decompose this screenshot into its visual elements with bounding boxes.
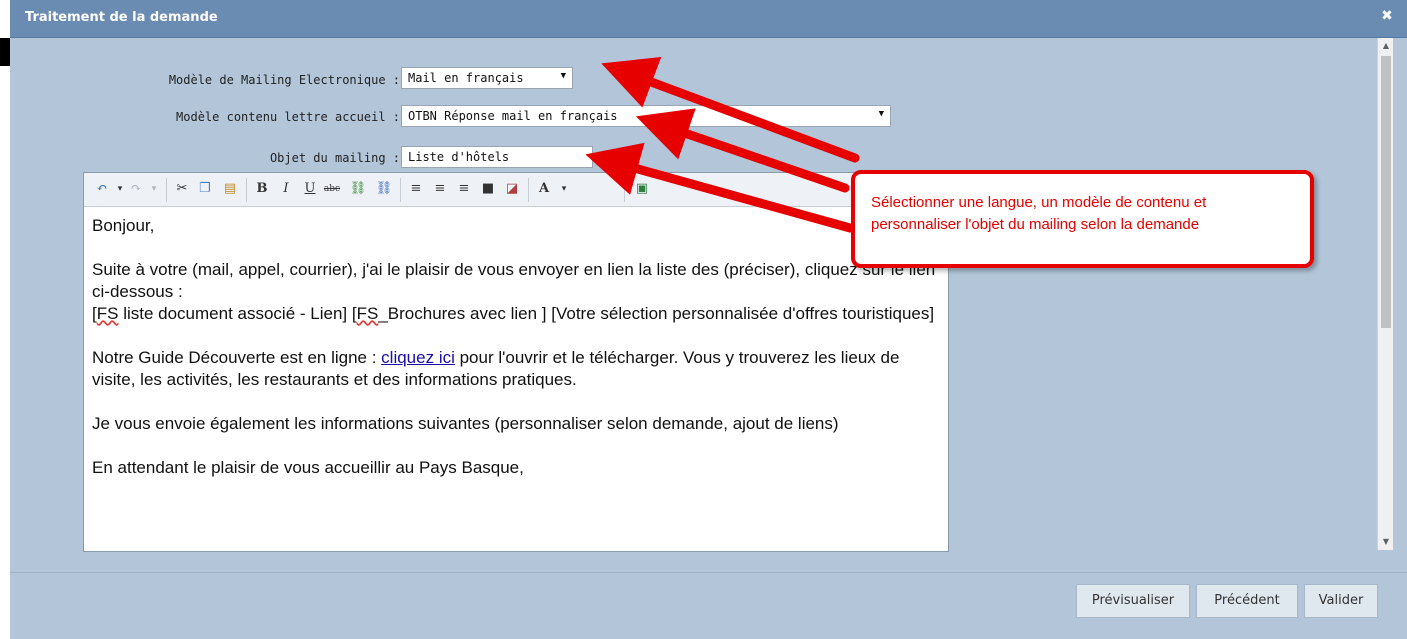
image-icon[interactable]: ▣ [632, 179, 652, 199]
paste-icon[interactable]: ▤ [220, 179, 240, 199]
annotation-callout: Sélectionner une langue, un modèle de co… [851, 170, 1314, 268]
italic-icon[interactable]: I [276, 179, 296, 199]
info-paragraph: Je vous envoie également les information… [92, 414, 839, 433]
toolbar-divider [528, 178, 529, 202]
previous-button[interactable]: Précédent [1196, 584, 1298, 618]
greeting-paragraph: Bonjour, [92, 216, 155, 235]
mailing-model-select[interactable]: Mail en français ▼ [401, 67, 573, 89]
scroll-down-icon[interactable]: ▼ [1378, 534, 1394, 550]
mailing-model-value: Mail en français [408, 71, 524, 85]
subject-label: Objet du mailing : [269, 151, 400, 165]
copy-icon[interactable]: ❐ [195, 179, 215, 199]
toolbar-divider [246, 178, 247, 202]
closing-paragraph: En attendant le plaisir de vous accueill… [92, 458, 524, 477]
dark-band [0, 38, 10, 66]
dialog-footer: Prévisualiser Précédent Valider [10, 572, 1407, 639]
align-center-icon[interactable]: ≡ [430, 179, 450, 199]
justify-icon[interactable]: ■ [478, 179, 498, 199]
rich-text-editor[interactable]: ↶ ▾ ↷ ▾ ✂ ❐ ▤ B I U abc ⛓ ⛓ ≡ ≡ ≡ ■ ◪ A … [83, 172, 949, 552]
align-right-icon[interactable]: ≡ [454, 179, 474, 199]
chevron-down-icon: ▼ [560, 71, 566, 81]
strikethrough-icon[interactable]: abc [322, 179, 342, 199]
fs-list-text: liste document associé - Lien] [ [118, 304, 357, 323]
toolbar-divider [400, 178, 401, 202]
align-left-icon[interactable]: ≡ [406, 179, 426, 199]
guide-link[interactable]: cliquez ici [381, 348, 455, 367]
content-model-select[interactable]: OTBN Réponse mail en français ▼ [401, 105, 891, 127]
toolbar-divider [624, 178, 625, 202]
scroll-up-icon[interactable]: ▲ [1378, 38, 1394, 54]
fs-tag: FS [96, 304, 119, 323]
intro-paragraph: Suite à votre (mail, appel, courrier), j… [92, 260, 936, 323]
background-page-strip [0, 0, 10, 639]
bold-icon[interactable]: B [252, 179, 272, 199]
subject-input[interactable]: Liste d'hôtels [401, 146, 593, 168]
guide-paragraph: Notre Guide Découverte est en ligne : cl… [92, 347, 942, 391]
intro-text: Suite à votre (mail, appel, courrier), j… [92, 260, 936, 301]
content-scrollbar[interactable]: ▲ ▼ [1377, 38, 1393, 550]
dialog-titlebar: Traitement de la demande ✖ [10, 0, 1407, 38]
unlink-icon[interactable]: ⛓ [374, 179, 394, 199]
subject-value: Liste d'hôtels [408, 150, 510, 164]
content-model-label: Modèle contenu lettre accueil : [176, 110, 400, 124]
undo-icon[interactable]: ↶ [92, 179, 112, 199]
guide-text: Notre Guide Découverte est en ligne : [92, 348, 382, 367]
font-color-icon[interactable]: A [534, 179, 554, 199]
chevron-down-icon: ▼ [878, 109, 884, 119]
validate-button[interactable]: Valider [1304, 584, 1378, 618]
cut-icon[interactable]: ✂ [172, 179, 192, 199]
preview-button[interactable]: Prévisualiser [1076, 584, 1190, 618]
editor-body[interactable]: Bonjour, Suite à votre (mail, appel, cou… [92, 215, 942, 549]
dialog-title: Traitement de la demande [25, 10, 218, 25]
editor-toolbar: ↶ ▾ ↷ ▾ ✂ ❐ ▤ B I U abc ⛓ ⛓ ≡ ≡ ≡ ■ ◪ A … [84, 173, 948, 207]
chevron-down-icon[interactable]: ▾ [144, 179, 164, 199]
redo-icon[interactable]: ↷ [126, 179, 146, 199]
fs-brochures-text: _Brochures avec lien ] [Votre sélection … [378, 304, 935, 323]
highlight-icon[interactable]: ◪ [502, 179, 522, 199]
link-icon[interactable]: ⛓ [348, 179, 368, 199]
mailing-model-label: Modèle de Mailing Electronique : [168, 73, 400, 87]
scrollbar-thumb[interactable] [1381, 56, 1391, 328]
close-icon[interactable]: ✖ [1379, 8, 1395, 24]
underline-icon[interactable]: U [300, 179, 320, 199]
content-model-value: OTBN Réponse mail en français [408, 109, 618, 123]
toolbar-divider [166, 178, 167, 202]
chevron-down-icon[interactable]: ▾ [554, 179, 574, 199]
fs-tag: FS [356, 304, 379, 323]
treatment-dialog: Traitement de la demande ✖ Modèle de Mai… [0, 0, 1407, 639]
